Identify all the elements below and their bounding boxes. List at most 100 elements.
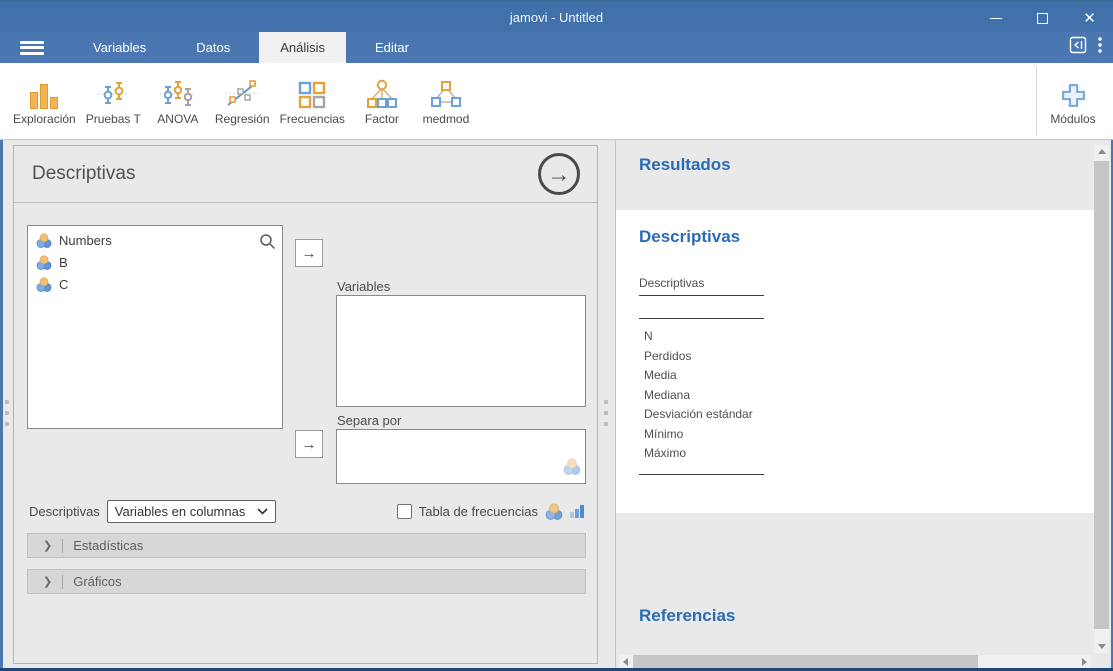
hamburger-menu-button[interactable] bbox=[0, 32, 64, 63]
descriptives-controls-row: Descriptivas Variables en columnas Tabla… bbox=[29, 499, 584, 523]
scroll-right-button[interactable] bbox=[1078, 655, 1091, 668]
ribbon-button-regresion[interactable]: Regresión bbox=[210, 63, 275, 126]
table-row: Máximo bbox=[644, 444, 764, 464]
section-estadisticas[interactable]: ❯ Estadísticas bbox=[27, 533, 586, 558]
vertical-scrollbar-thumb[interactable] bbox=[1094, 161, 1109, 629]
source-variables-list[interactable]: Numbers B bbox=[27, 225, 283, 429]
table-row: Mediana bbox=[644, 386, 764, 406]
tab-editar[interactable]: Editar bbox=[354, 32, 430, 63]
section-label: Gráficos bbox=[73, 574, 121, 589]
nominal-variable-icon bbox=[36, 277, 52, 292]
ribbon-right-group: Módulos bbox=[1036, 63, 1113, 139]
maximize-button[interactable] bbox=[1019, 2, 1066, 34]
variable-name: B bbox=[59, 255, 68, 270]
options-panel-body: Numbers B bbox=[14, 203, 597, 663]
close-button[interactable]: ✕ bbox=[1066, 2, 1113, 34]
arrow-right-icon: → bbox=[548, 163, 571, 186]
descriptives-dropdown-label: Descriptivas bbox=[29, 504, 100, 519]
split-by-target-box[interactable] bbox=[336, 429, 586, 484]
scroll-up-button[interactable] bbox=[1094, 145, 1109, 158]
frequency-table-checkbox[interactable] bbox=[397, 504, 412, 519]
variable-item-b[interactable]: B bbox=[28, 251, 282, 273]
arrow-right-icon: → bbox=[302, 436, 317, 453]
search-icon[interactable] bbox=[259, 233, 276, 255]
more-options-button[interactable] bbox=[1097, 36, 1103, 59]
horizontal-scrollbar-thumb[interactable] bbox=[633, 655, 978, 668]
main-area: Descriptivas → Numbers bbox=[0, 140, 1113, 671]
tab-bar: Variables Datos Análisis Editar bbox=[0, 32, 1113, 63]
chevron-right-icon: ❯ bbox=[43, 539, 52, 552]
minimize-button[interactable] bbox=[972, 2, 1019, 34]
nominal-variable-icon bbox=[36, 233, 52, 248]
tab-variables[interactable]: Variables bbox=[72, 32, 167, 63]
window-left-edge bbox=[0, 140, 3, 671]
frequencies-icon bbox=[280, 72, 345, 109]
factor-icon bbox=[355, 72, 409, 109]
results-panel: Resultados Descriptivas Descriptivas N P… bbox=[615, 140, 1111, 668]
options-panel-title: Descriptivas bbox=[32, 163, 135, 185]
section-graficos[interactable]: ❯ Gráficos bbox=[27, 569, 586, 594]
triangle-left-icon bbox=[623, 658, 628, 666]
triangle-down-icon bbox=[1098, 644, 1106, 649]
window-title: jamovi - Untitled bbox=[0, 10, 1113, 25]
bar-chart-mini-icon bbox=[570, 505, 584, 518]
results-horizontal-scrollbar[interactable] bbox=[619, 655, 1091, 668]
table-title: Descriptivas bbox=[639, 276, 764, 296]
maximize-icon bbox=[1037, 13, 1048, 24]
tab-analisis[interactable]: Análisis bbox=[259, 32, 346, 63]
ribbon-button-exploracion[interactable]: Exploración bbox=[8, 63, 81, 126]
tab-datos[interactable]: Datos bbox=[175, 32, 251, 63]
medmod-icon bbox=[419, 72, 473, 109]
anova-icon bbox=[151, 72, 205, 109]
hamburger-icon bbox=[20, 38, 44, 57]
chevron-right-icon: ❯ bbox=[43, 575, 52, 588]
descriptives-layout-dropdown[interactable]: Variables en columnas bbox=[107, 500, 277, 523]
results-vertical-scrollbar[interactable] bbox=[1094, 145, 1109, 653]
frequency-table-label: Tabla de frecuencias bbox=[419, 504, 538, 519]
table-row: Desviación estándar bbox=[644, 405, 764, 425]
panel-splitter-grip[interactable] bbox=[604, 400, 608, 433]
table-row: Mínimo bbox=[644, 425, 764, 445]
left-edge-grip[interactable] bbox=[5, 400, 9, 433]
bar-chart-icon bbox=[13, 72, 76, 109]
ribbon-button-pruebas-t[interactable]: Pruebas T bbox=[81, 63, 146, 126]
table-header-row bbox=[639, 296, 764, 319]
variable-item-numbers[interactable]: Numbers bbox=[28, 229, 282, 251]
triangle-right-icon bbox=[1082, 658, 1087, 666]
scroll-left-button[interactable] bbox=[619, 655, 632, 668]
ribbon-button-medmod[interactable]: medmod bbox=[414, 63, 478, 126]
nominal-variable-icon bbox=[36, 255, 52, 270]
descriptives-table: Descriptivas N Perdidos Media Mediana De… bbox=[639, 276, 764, 475]
variable-item-c[interactable]: C bbox=[28, 273, 282, 295]
table-row: Perdidos bbox=[644, 347, 764, 367]
plus-icon bbox=[1037, 72, 1109, 109]
ribbon-button-frecuencias[interactable]: Frecuencias bbox=[275, 63, 350, 126]
chevron-down-icon bbox=[257, 508, 268, 515]
table-row: Media bbox=[644, 366, 764, 386]
nominal-variable-icon bbox=[545, 503, 563, 520]
scroll-down-button[interactable] bbox=[1094, 640, 1109, 653]
references-title: Referencias bbox=[639, 606, 735, 626]
variable-name: Numbers bbox=[59, 233, 112, 248]
variables-target-box[interactable] bbox=[336, 295, 586, 407]
frequency-table-group: Tabla de frecuencias bbox=[397, 503, 584, 520]
close-icon: ✕ bbox=[1083, 11, 1096, 26]
t-test-icon bbox=[86, 72, 141, 109]
descriptives-results-card[interactable]: Descriptivas Descriptivas N Perdidos Med… bbox=[616, 210, 1094, 513]
descriptives-options-panel: Descriptivas → Numbers bbox=[13, 145, 598, 664]
ribbon-button-factor[interactable]: Factor bbox=[350, 63, 414, 126]
tabbar-right-controls bbox=[1069, 32, 1113, 63]
toggle-results-panel-button[interactable] bbox=[1069, 36, 1087, 59]
triangle-up-icon bbox=[1098, 149, 1106, 154]
ribbon-button-anova[interactable]: ANOVA bbox=[146, 63, 210, 126]
split-box-label: Separa por bbox=[337, 413, 401, 428]
minimize-icon bbox=[990, 18, 1002, 19]
jamovi-window: jamovi - Untitled ✕ Variables Datos Anál… bbox=[0, 0, 1113, 671]
move-to-split-button[interactable]: → bbox=[295, 430, 323, 458]
move-to-variables-button[interactable]: → bbox=[295, 239, 323, 267]
table-row: N bbox=[644, 327, 764, 347]
collapse-options-button[interactable]: → bbox=[538, 153, 580, 195]
nominal-variable-icon bbox=[563, 458, 581, 480]
modules-button[interactable]: Módulos bbox=[1037, 63, 1109, 126]
panel-collapse-icon bbox=[1069, 36, 1087, 54]
